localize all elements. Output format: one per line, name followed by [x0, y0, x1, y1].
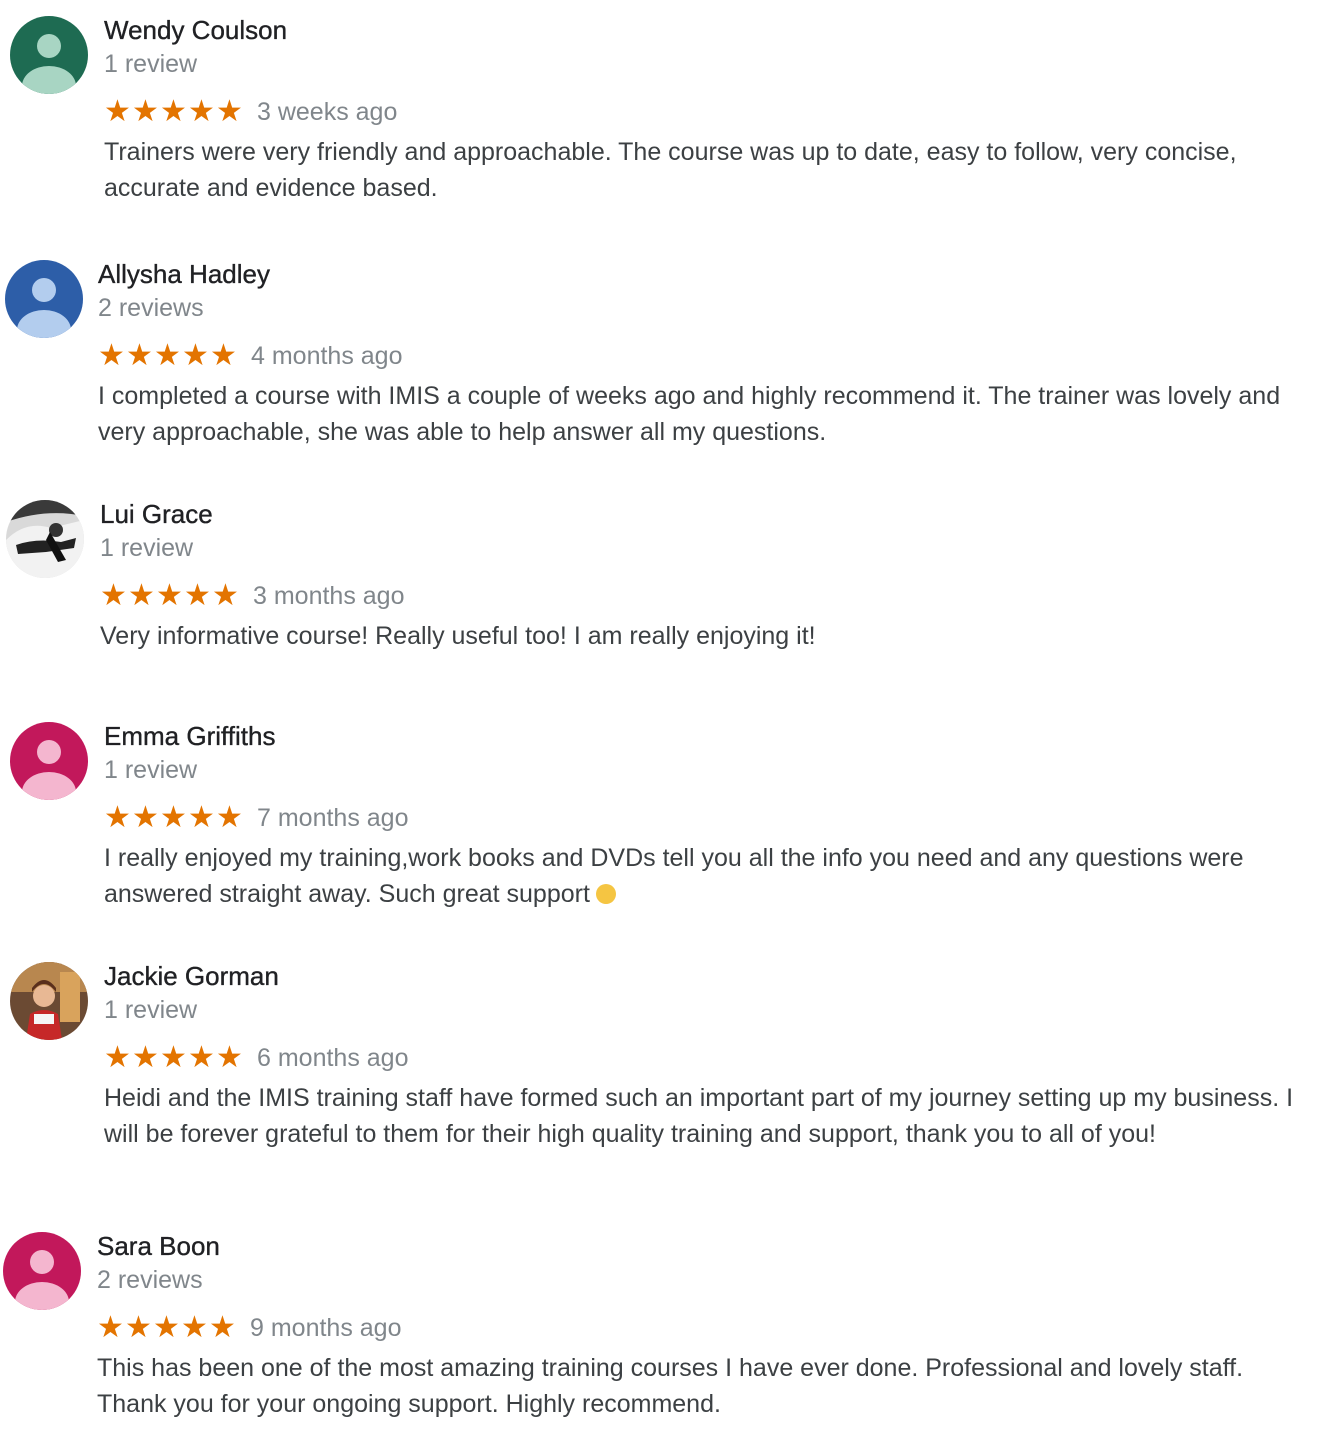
review-text: I really enjoyed my training,work books … [104, 844, 1244, 908]
star-icon: ★ [97, 1310, 124, 1345]
review-count: 1 review [104, 50, 198, 78]
star-icon: ★ [160, 1040, 187, 1075]
star-icon: ★ [153, 1310, 180, 1345]
star-icon: ★ [216, 1040, 243, 1075]
star-icon: ★ [100, 578, 127, 613]
star-icon: ★ [181, 1310, 208, 1345]
star-icon: ★ [160, 800, 187, 835]
avatar[interactable] [6, 500, 84, 578]
star-icon: ★ [212, 578, 239, 613]
star-icon: ★ [182, 338, 209, 373]
star-icon: ★ [104, 94, 131, 129]
star-icon: ★ [104, 800, 131, 835]
star-icon: ★ [132, 800, 159, 835]
person-icon [5, 260, 83, 338]
review-date: 7 months ago [257, 803, 409, 832]
star-rating: ★ ★ ★ ★ ★ [97, 1313, 236, 1343]
star-icon: ★ [216, 94, 243, 129]
star-icon: ★ [216, 800, 243, 835]
person-icon [10, 722, 88, 800]
star-icon: ★ [188, 94, 215, 129]
rating-row: ★ ★ ★ ★ ★ 4 months ago [98, 340, 403, 372]
avatar[interactable] [10, 962, 88, 1040]
rating-row: ★ ★ ★ ★ ★ 6 months ago [104, 1042, 409, 1074]
avatar[interactable] [10, 722, 88, 800]
review-date: 3 weeks ago [257, 97, 398, 126]
review-date: 4 months ago [251, 341, 403, 370]
laughing-face-emoji-icon [595, 884, 616, 904]
star-icon: ★ [210, 338, 237, 373]
review-text: Trainers were very friendly and approach… [104, 138, 1237, 202]
star-icon: ★ [126, 338, 153, 373]
reviewer-name[interactable]: Allysha Hadley [98, 258, 270, 290]
star-icon: ★ [160, 94, 187, 129]
reviewer-name[interactable]: Wendy Coulson [104, 14, 287, 46]
review-text: Very informative course! Really useful t… [100, 622, 816, 650]
review-count: 2 reviews [97, 1266, 203, 1294]
person-icon [10, 16, 88, 94]
rating-row: ★ ★ ★ ★ ★ 9 months ago [97, 1312, 402, 1344]
star-icon: ★ [188, 1040, 215, 1075]
review-date: 6 months ago [257, 1043, 409, 1072]
star-icon: ★ [209, 1310, 236, 1345]
review-count: 1 review [104, 996, 198, 1024]
review-date: 9 months ago [250, 1313, 402, 1342]
star-icon: ★ [154, 338, 181, 373]
star-icon: ★ [188, 800, 215, 835]
avatar[interactable] [5, 260, 83, 338]
star-icon: ★ [156, 578, 183, 613]
review-count: 1 review [100, 534, 194, 562]
star-rating: ★ ★ ★ ★ ★ [98, 341, 237, 371]
review-date: 3 months ago [253, 581, 405, 610]
avatar[interactable] [3, 1232, 81, 1310]
star-icon: ★ [184, 578, 211, 613]
rating-row: ★ ★ ★ ★ ★ 3 months ago [100, 580, 405, 612]
avatar[interactable] [10, 16, 88, 94]
star-rating: ★ ★ ★ ★ ★ [104, 1043, 243, 1073]
reviewer-name[interactable]: Emma Griffiths [104, 720, 276, 752]
star-icon: ★ [132, 94, 159, 129]
star-rating: ★ ★ ★ ★ ★ [104, 803, 243, 833]
star-icon: ★ [125, 1310, 152, 1345]
reviewer-name[interactable]: Jackie Gorman [104, 960, 279, 992]
rating-row: ★ ★ ★ ★ ★ 7 months ago [104, 802, 409, 834]
star-rating: ★ ★ ★ ★ ★ [104, 97, 243, 127]
review-count: 2 reviews [98, 294, 204, 322]
review-text: This has been one of the most amazing tr… [97, 1354, 1244, 1418]
star-icon: ★ [132, 1040, 159, 1075]
star-icon: ★ [98, 338, 125, 373]
reviewer-name[interactable]: Lui Grace [100, 498, 213, 530]
review-text: Heidi and the IMIS training staff have f… [104, 1084, 1294, 1148]
reviewer-name[interactable]: Sara Boon [97, 1230, 220, 1262]
profile-photo [6, 500, 84, 578]
star-icon: ★ [104, 1040, 131, 1075]
rating-row: ★ ★ ★ ★ ★ 3 weeks ago [104, 96, 397, 128]
star-icon: ★ [128, 578, 155, 613]
person-icon [3, 1232, 81, 1310]
review-text: I completed a course with IMIS a couple … [98, 382, 1281, 446]
review-count: 1 review [104, 756, 198, 784]
profile-photo [10, 962, 88, 1040]
star-rating: ★ ★ ★ ★ ★ [100, 581, 239, 611]
review-text-block: I really enjoyed my training,work books … [104, 840, 1329, 912]
